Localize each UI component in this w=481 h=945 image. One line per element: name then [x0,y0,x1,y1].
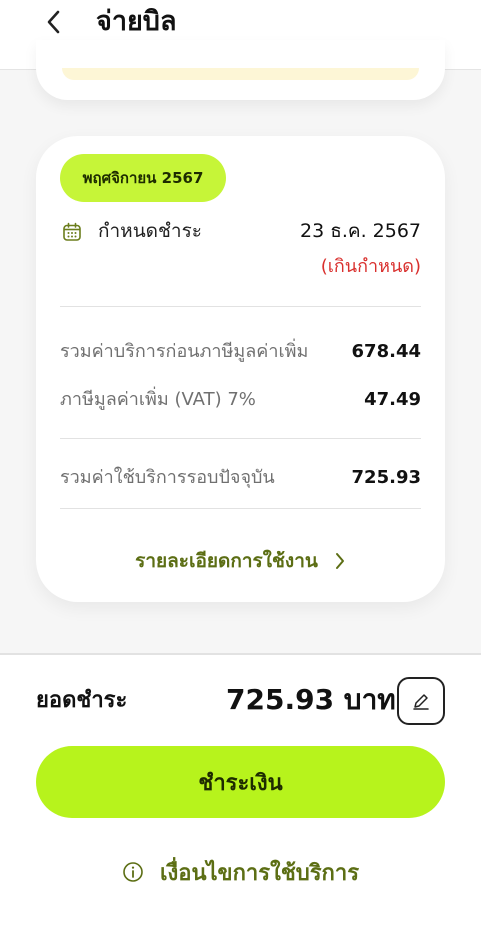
total-amount: 725.93 บาท [226,683,396,716]
bill-card: พฤศจิกายน 2567 กำหนดชำระ 23 ธ.ค. 2567 (เ… [36,136,445,602]
total-label: ยอดชำระ [36,688,128,713]
pay-button[interactable]: ชำระเงิน [36,746,445,818]
chevron-left-icon [47,10,60,34]
vat-label: ภาษีมูลค่าเพิ่ม (VAT) 7% [60,389,256,410]
usage-details-label: รายละเอียดการใช้งาน [135,550,318,572]
back-button[interactable] [36,4,72,40]
due-date-label: กำหนดชำระ [98,220,202,242]
pencil-icon [413,694,429,710]
divider [60,508,421,509]
terms-link[interactable]: เงื่อนไขการใช้บริการ [0,853,481,891]
page-title: จ่ายบิล [96,6,177,37]
current-total-value: 725.93 [351,467,421,488]
info-icon [123,862,143,882]
due-date-value: 23 ธ.ค. 2567 [300,220,421,242]
divider [60,306,421,307]
terms-label: เงื่อนไขการใช้บริการ [159,860,360,886]
current-total-label: รวมค่าใช้บริการรอบปัจจุบัน [60,467,275,488]
subtotal-label: รวมค่าบริการก่อนภาษีมูลค่าเพิ่ม [60,341,309,362]
calendar-icon [63,222,81,241]
previous-bill-strip [62,68,419,80]
divider [60,438,421,439]
vat-value: 47.49 [364,389,421,410]
usage-details-link[interactable]: รายละเอียดการใช้งาน [36,544,445,578]
subtotal-value: 678.44 [351,341,421,362]
chevron-right-icon [335,553,344,569]
edit-amount-button[interactable] [397,677,445,725]
overdue-status: (เกินกำหนด) [320,256,421,277]
previous-bill-card [36,40,445,100]
payment-panel: ยอดชำระ 725.93 บาท ชำระเงิน เงื่อนไขการใ… [0,653,481,945]
billing-month-badge: พฤศจิกายน 2567 [60,154,226,202]
